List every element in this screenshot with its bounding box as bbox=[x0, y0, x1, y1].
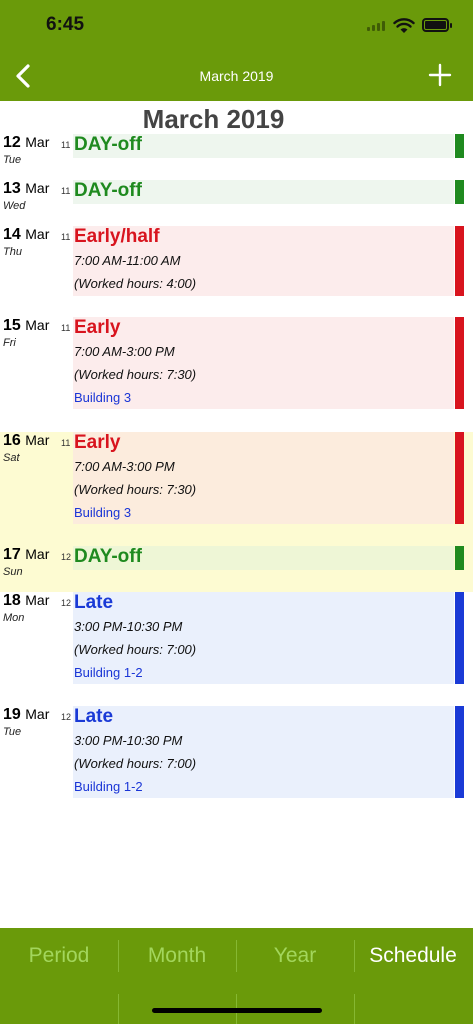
weekday: Tue bbox=[3, 154, 22, 166]
shift-color-bar bbox=[455, 134, 464, 158]
schedule-row[interactable]: 17 Mar Sun 12 DAY-off bbox=[0, 546, 473, 592]
week-number: 12 bbox=[61, 712, 72, 722]
week-number: 11 bbox=[61, 323, 71, 333]
weekday: Thu bbox=[3, 246, 22, 258]
shift-name: Early bbox=[74, 432, 121, 453]
tab-divider bbox=[118, 994, 119, 1024]
date-month: Mar bbox=[25, 134, 50, 150]
signal-icon bbox=[367, 21, 385, 31]
week-number: 11 bbox=[61, 186, 71, 196]
date-day: 15 bbox=[3, 317, 21, 334]
nav-title: March 2019 bbox=[199, 68, 274, 84]
status-icons bbox=[359, 16, 452, 36]
week-number: 11 bbox=[61, 232, 71, 242]
date-day: 14 bbox=[3, 226, 21, 243]
shift-color-bar bbox=[455, 546, 464, 570]
date-month: Mar bbox=[25, 432, 50, 448]
date-label: 18 Mar Mon bbox=[3, 592, 63, 624]
shift-time: 7:00 AM-3:00 PM bbox=[74, 344, 175, 359]
date-day: 13 bbox=[3, 180, 21, 197]
schedule-row[interactable]: 16 Mar Sat 11 Early 7:00 AM-3:00 PM (Wor… bbox=[0, 432, 473, 546]
date-month: Mar bbox=[25, 180, 50, 196]
month-title: March 2019 bbox=[142, 104, 285, 134]
date-month: Mar bbox=[25, 546, 50, 562]
shift-name: Early bbox=[74, 317, 121, 338]
date-month: Mar bbox=[25, 317, 50, 333]
shift-color-bar bbox=[455, 592, 464, 684]
date-day: 17 bbox=[3, 546, 21, 563]
schedule-list[interactable]: March 2019 12 Mar Tue 11 DAY-off 13 Mar … bbox=[0, 101, 473, 928]
tab-year[interactable]: Year bbox=[236, 944, 354, 968]
schedule-row[interactable]: 18 Mar Mon 12 Late 3:00 PM-10:30 PM (Wor… bbox=[0, 592, 473, 706]
shift-time: 7:00 AM-3:00 PM bbox=[74, 459, 175, 474]
worked-hours: (Worked hours: 7:30) bbox=[74, 367, 197, 382]
date-day: 12 bbox=[3, 134, 21, 151]
location-link[interactable]: Building 1-2 bbox=[74, 779, 143, 794]
status-time: 6:45 bbox=[46, 14, 85, 35]
shift-time: 3:00 PM-10:30 PM bbox=[74, 733, 183, 748]
schedule-row[interactable]: 12 Mar Tue 11 DAY-off bbox=[0, 134, 473, 178]
shift-time: 7:00 AM-11:00 AM bbox=[74, 253, 181, 268]
shift-time: 3:00 PM-10:30 PM bbox=[74, 619, 183, 634]
shift-name: Late bbox=[74, 592, 114, 613]
shift-name: DAY-off bbox=[74, 546, 142, 567]
shift-color-bar bbox=[455, 226, 464, 296]
date-label: 14 Mar Thu bbox=[3, 226, 63, 258]
location-link[interactable]: Building 1-2 bbox=[74, 665, 143, 680]
shift-color-bar bbox=[455, 706, 464, 798]
shift-name: Early/half bbox=[74, 226, 160, 247]
weekday: Sat bbox=[3, 452, 20, 464]
date-day: 19 bbox=[3, 706, 21, 723]
tab-schedule[interactable]: Schedule bbox=[354, 944, 472, 968]
week-number: 11 bbox=[61, 140, 71, 150]
date-day: 18 bbox=[3, 592, 21, 609]
date-label: 17 Mar Sun bbox=[3, 546, 63, 578]
worked-hours: (Worked hours: 7:30) bbox=[74, 482, 197, 497]
header: 6:45 March 2019 bbox=[0, 0, 473, 101]
date-month: Mar bbox=[25, 706, 50, 722]
shift-name: DAY-off bbox=[74, 134, 142, 155]
weekday: Tue bbox=[3, 726, 22, 738]
weekday: Mon bbox=[3, 612, 25, 624]
week-number: 11 bbox=[61, 438, 71, 448]
date-month: Mar bbox=[25, 592, 50, 608]
shift-name: DAY-off bbox=[74, 180, 142, 201]
shift-name: Late bbox=[74, 706, 114, 727]
worked-hours: (Worked hours: 7:00) bbox=[74, 756, 197, 771]
shift-color-bar bbox=[455, 317, 464, 409]
location-link[interactable]: Building 3 bbox=[74, 505, 131, 520]
worked-hours: (Worked hours: 4:00) bbox=[74, 276, 197, 291]
shift-color-bar bbox=[455, 432, 464, 524]
date-label: 16 Mar Sat bbox=[3, 432, 63, 464]
date-label: 19 Mar Tue bbox=[3, 706, 63, 738]
week-number: 12 bbox=[61, 552, 72, 562]
date-month: Mar bbox=[25, 226, 50, 242]
weekday: Sun bbox=[3, 566, 23, 578]
add-button[interactable] bbox=[425, 60, 455, 90]
shift-color-bar bbox=[455, 180, 464, 204]
schedule-row[interactable]: 13 Mar Wed 11 DAY-off bbox=[0, 180, 473, 224]
schedule-row[interactable]: 15 Mar Fri 11 Early 7:00 AM-3:00 PM (Wor… bbox=[0, 317, 473, 432]
battery-icon bbox=[422, 18, 452, 32]
worked-hours: (Worked hours: 7:00) bbox=[74, 642, 197, 657]
week-number: 12 bbox=[61, 598, 72, 608]
wifi-icon bbox=[393, 18, 415, 33]
tab-month[interactable]: Month bbox=[118, 944, 236, 968]
tab-period[interactable]: Period bbox=[0, 944, 118, 968]
tab-divider bbox=[354, 994, 355, 1024]
weekday: Wed bbox=[3, 200, 26, 212]
schedule-row[interactable]: 19 Mar Tue 12 Late 3:00 PM-10:30 PM (Wor… bbox=[0, 706, 473, 820]
weekday: Fri bbox=[3, 337, 16, 349]
schedule-row[interactable]: 14 Mar Thu 11 Early/half 7:00 AM-11:00 A… bbox=[0, 226, 473, 316]
date-label: 15 Mar Fri bbox=[3, 317, 63, 349]
date-label: 12 Mar Tue bbox=[3, 134, 63, 166]
location-link[interactable]: Building 3 bbox=[74, 390, 131, 405]
date-day: 16 bbox=[3, 432, 21, 449]
home-indicator bbox=[152, 1008, 322, 1013]
date-label: 13 Mar Wed bbox=[3, 180, 63, 212]
